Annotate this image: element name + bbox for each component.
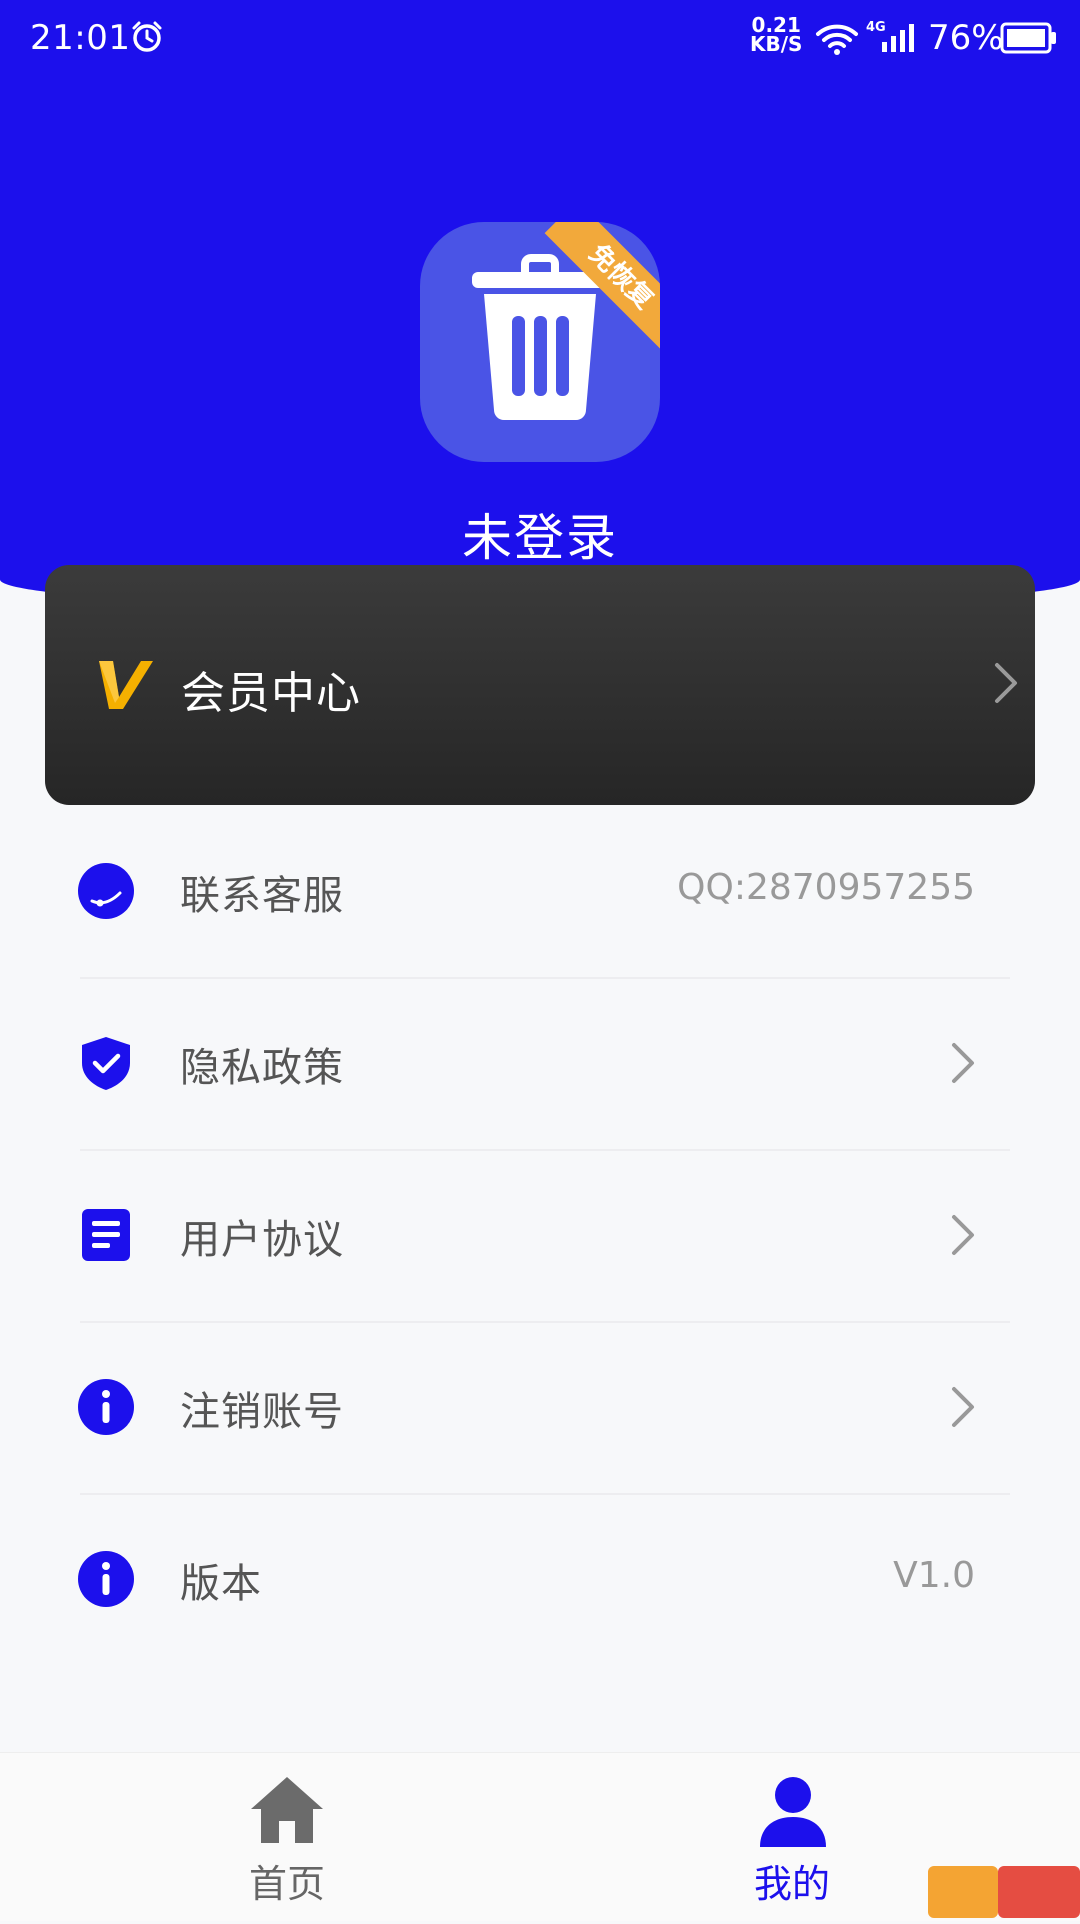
menu-label: 隐私政策 — [180, 1045, 344, 1091]
menu-item-delete-account[interactable]: 注销账号 — [0, 1321, 1080, 1493]
menu-label: 联系客服 — [180, 873, 344, 919]
network-speed: 0.21 KB/S — [750, 15, 803, 56]
menu-label: 注销账号 — [180, 1389, 344, 1435]
chevron-right-icon — [950, 1041, 976, 1089]
login-status[interactable]: 未登录 — [0, 498, 1080, 570]
document-icon — [78, 1207, 134, 1263]
bottom-tab-bar: 首页 我的 — [0, 1752, 1080, 1921]
tab-me-label: 我的 — [753, 1862, 830, 1906]
status-bar: 21:01 0.21 KB/S 4G 76% — [0, 0, 1080, 80]
status-time: 21:01 — [30, 18, 131, 58]
home-icon — [249, 1775, 325, 1849]
vip-center-label: 会员中心 — [181, 668, 361, 719]
menu-label: 用户协议 — [180, 1217, 344, 1263]
chevron-right-icon — [950, 1213, 976, 1261]
speed-unit: KB/S — [750, 32, 803, 56]
version-number: V1.0 — [893, 1555, 975, 1596]
menu-item-user-agreement[interactable]: 用户协议 — [0, 1149, 1080, 1321]
menu-item-privacy-policy[interactable]: 隐私政策 — [0, 977, 1080, 1149]
info-icon — [78, 1551, 134, 1607]
chevron-right-icon — [993, 661, 1019, 709]
app-logo: 免恢复 — [420, 222, 660, 462]
wifi-icon — [815, 22, 859, 60]
battery-icon — [1000, 22, 1058, 58]
vip-center-card[interactable]: 会员中心 — [45, 565, 1035, 805]
info-icon — [78, 1379, 134, 1435]
menu-label: 版本 — [180, 1561, 262, 1607]
menu-item-contact-support[interactable]: 联系客服 QQ:2870957255 — [0, 805, 1080, 977]
tab-me[interactable]: 我的 — [642, 1753, 942, 1921]
site-watermark-logo — [928, 1860, 1080, 1920]
user-icon — [758, 1775, 828, 1853]
tab-home[interactable]: 首页 — [137, 1753, 437, 1921]
shield-check-icon — [78, 1035, 134, 1091]
tab-home-label: 首页 — [248, 1862, 325, 1906]
menu-item-version[interactable]: 版本 V1.0 — [0, 1493, 1080, 1665]
chevron-right-icon — [950, 1385, 976, 1433]
signal-icon — [880, 22, 918, 58]
alarm-icon — [130, 20, 164, 58]
headset-icon — [78, 863, 134, 919]
support-qq: QQ:2870957255 — [677, 867, 975, 908]
battery-percent: 76% — [928, 18, 1004, 58]
vip-v-icon — [95, 657, 155, 717]
